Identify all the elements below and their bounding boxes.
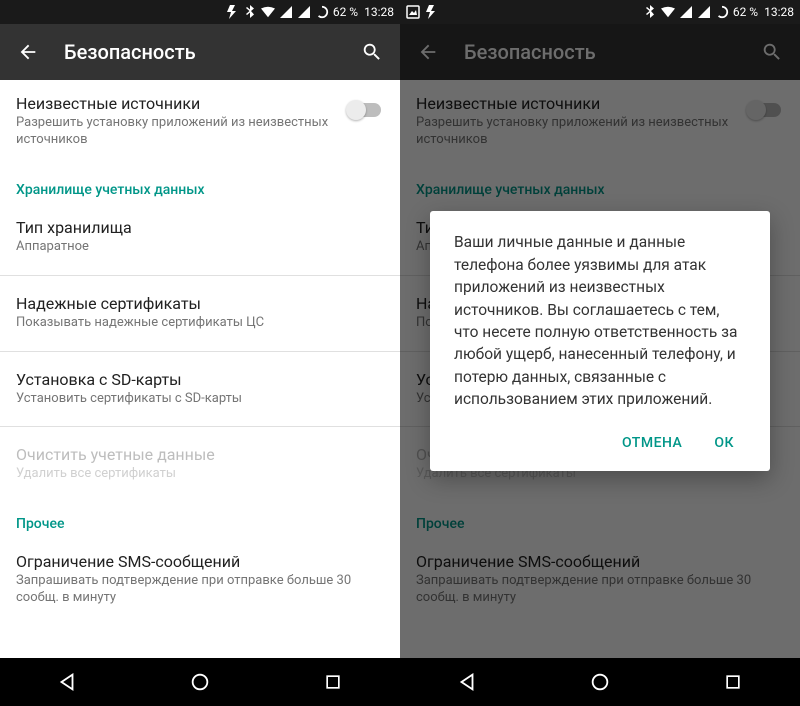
setting-title: Тип хранилища — [16, 218, 384, 237]
clock: 13:28 — [364, 5, 394, 19]
setting-title: Ограничение SMS-сообщений — [16, 552, 384, 571]
divider — [0, 275, 400, 276]
cancel-button[interactable]: ОТМЕНА — [610, 425, 694, 461]
setting-sub: Разрешить установку приложений из неизве… — [16, 115, 338, 149]
divider — [0, 351, 400, 352]
navbar — [0, 658, 400, 706]
setting-clear-creds: Очистить учетные данные Удалить все серт… — [0, 431, 400, 498]
statusbar: 62 % 13:28 — [0, 0, 400, 24]
statusbar: 62 % 13:28 — [400, 0, 800, 24]
bluetooth-icon — [643, 5, 657, 19]
nav-back-button[interactable] — [37, 658, 97, 706]
signal-icon — [679, 5, 693, 19]
wifi-icon — [661, 5, 675, 19]
navbar — [400, 658, 800, 706]
dialog-overlay[interactable]: Ваши личные данные и данные телефона бол… — [400, 24, 800, 658]
setting-title: Установка с SD-карты — [16, 370, 384, 389]
screen-right: 62 % 13:28 Безопасность Неизвестные исто… — [400, 0, 800, 706]
setting-title: Неизвестные источники — [16, 94, 338, 113]
flash-icon — [225, 5, 239, 19]
setting-install-sd[interactable]: Установка с SD-карты Установить сертифик… — [0, 356, 400, 423]
wifi-icon — [261, 5, 275, 19]
battery-pct: 62 % — [733, 5, 758, 19]
clock: 13:28 — [764, 5, 794, 19]
setting-unknown-sources[interactable]: Неизвестные источники Разрешить установк… — [0, 80, 400, 164]
setting-sub: Удалить все сертификаты — [16, 466, 384, 483]
battery-ring-icon — [715, 5, 729, 19]
setting-sub: Аппаратное — [16, 239, 384, 256]
flash-icon — [424, 5, 438, 19]
bluetooth-icon — [243, 5, 257, 19]
nav-home-button[interactable] — [570, 658, 630, 706]
setting-storage-type[interactable]: Тип хранилища Аппаратное — [0, 204, 400, 271]
setting-sub: Показывать надежные сертификаты ЦС — [16, 315, 384, 332]
battery-pct: 62 % — [333, 5, 358, 19]
signal-icon-2 — [297, 5, 311, 19]
dialog-message: Ваши личные данные и данные телефона бол… — [454, 231, 746, 411]
section-credential-storage: Хранилище учетных данных — [0, 164, 400, 204]
setting-sub: Установить сертификаты с SD-карты — [16, 391, 384, 408]
divider — [0, 426, 400, 427]
toolbar: Безопасность — [0, 24, 400, 80]
setting-title: Очистить учетные данные — [16, 445, 384, 464]
nav-home-button[interactable] — [170, 658, 230, 706]
battery-ring-icon — [315, 5, 329, 19]
nav-back-button[interactable] — [437, 658, 497, 706]
signal-icon-2 — [697, 5, 711, 19]
search-button[interactable] — [352, 32, 392, 72]
ok-button[interactable]: ОК — [702, 425, 746, 461]
confirm-dialog: Ваши личные данные и данные телефона бол… — [430, 211, 770, 471]
toggle-unknown-sources[interactable] — [346, 100, 384, 120]
signal-icon — [279, 5, 293, 19]
setting-trusted-certs[interactable]: Надежные сертификаты Показывать надежные… — [0, 280, 400, 347]
image-icon — [406, 5, 420, 19]
nav-recent-button[interactable] — [703, 658, 763, 706]
settings-list: Неизвестные источники Разрешить установк… — [0, 80, 400, 658]
screen-left: 62 % 13:28 Безопасность Неизвестные исто… — [0, 0, 400, 706]
page-title: Безопасность — [64, 40, 352, 64]
setting-title: Надежные сертификаты — [16, 294, 384, 313]
back-button[interactable] — [8, 32, 48, 72]
section-other: Прочее — [0, 498, 400, 538]
nav-recent-button[interactable] — [303, 658, 363, 706]
dialog-actions: ОТМЕНА ОК — [454, 425, 746, 461]
setting-sms-limit[interactable]: Ограничение SMS-сообщений Запрашивать по… — [0, 538, 400, 622]
setting-sub: Запрашивать подтверждение при отправке б… — [16, 573, 384, 607]
